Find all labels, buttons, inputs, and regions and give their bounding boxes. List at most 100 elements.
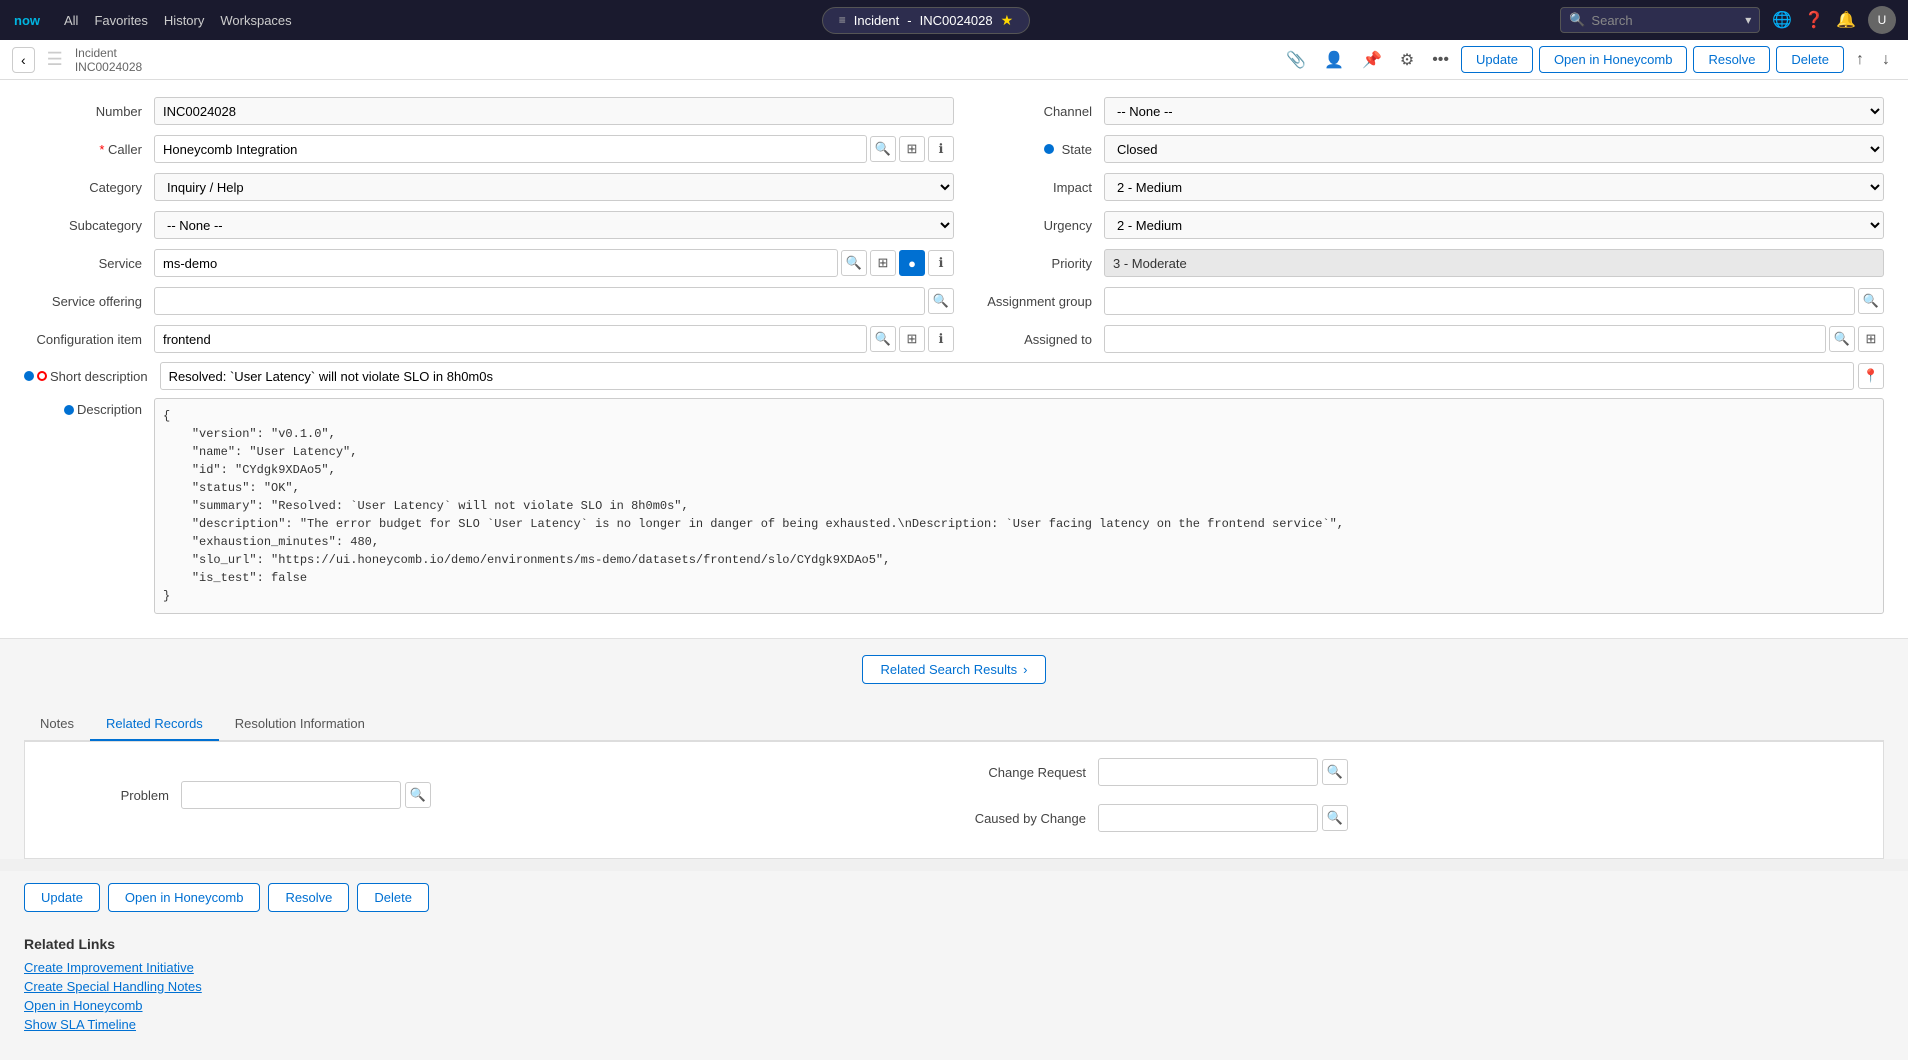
nav-links: All Favorites History Workspaces [64,13,292,28]
related-search-button[interactable]: Related Search Results › [862,655,1047,684]
help-icon[interactable]: ❓ [1804,10,1824,30]
nav-history[interactable]: History [164,13,204,28]
urgency-row: Urgency 2 - Medium 1 - High 3 - Low [954,210,1884,240]
open-honeycomb-button-top[interactable]: Open in Honeycomb [1539,46,1688,73]
impact-row: Impact 2 - Medium 1 - High 3 - Low [954,172,1884,202]
category-row: Category Inquiry / Help Software Hardwar… [24,172,954,202]
down-icon-btn[interactable]: ↓ [1876,47,1896,73]
problem-label: Problem [41,788,181,803]
description-label: Description [77,402,142,417]
impact-select[interactable]: 2 - Medium 1 - High 3 - Low [1104,173,1884,201]
update-button-top[interactable]: Update [1461,46,1533,73]
avatar[interactable]: U [1868,6,1896,34]
nav-workspaces[interactable]: Workspaces [220,13,291,28]
activity-icon-btn[interactable]: 👤 [1318,46,1350,74]
description-text[interactable]: { "version": "v0.1.0", "name": "User Lat… [154,398,1884,614]
state-select[interactable]: Closed New In Progress Resolved [1104,135,1884,163]
number-input[interactable] [154,97,954,125]
config-item-input[interactable] [154,325,867,353]
urgency-select[interactable]: 2 - Medium 1 - High 3 - Low [1104,211,1884,239]
short-desc-icon-btn[interactable]: 📍 [1858,363,1884,389]
search-dropdown-icon[interactable]: ▾ [1745,13,1751,27]
resolve-button-bottom[interactable]: Resolve [268,883,349,912]
state-dot-icon [1044,144,1054,154]
service-offering-input[interactable] [154,287,925,315]
config-ref-btn[interactable]: ⊞ [899,326,925,352]
service-offering-search-btn[interactable]: 🔍 [928,288,954,314]
related-link-2[interactable]: Open in Honeycomb [24,998,1884,1013]
bottom-actions: Update Open in Honeycomb Resolve Delete [0,871,1908,924]
tabs-section: Notes Related Records Resolution Informa… [0,700,1908,859]
delete-button-top[interactable]: Delete [1776,46,1844,73]
service-blue-btn[interactable]: ● [899,250,925,276]
top-navigation: now All Favorites History Workspaces ≡ I… [0,0,1908,40]
assigned-to-ref-btn[interactable]: ⊞ [1858,326,1884,352]
assigned-to-search-btn[interactable]: 🔍 [1829,326,1855,352]
delete-button-bottom[interactable]: Delete [357,883,429,912]
pin-icon-btn[interactable]: 📌 [1356,46,1388,74]
caused-by-change-input[interactable] [1098,804,1318,832]
related-link-0[interactable]: Create Improvement Initiative [24,960,1884,975]
assignment-group-input[interactable] [1104,287,1855,315]
assignment-group-group: 🔍 [1104,287,1884,315]
settings-icon-btn[interactable]: ⚙ [1394,46,1420,74]
now-logo[interactable]: now [12,9,48,31]
service-input[interactable] [154,249,838,277]
change-cols: Change Request 🔍 Caused by Change 🔍 [958,758,1867,842]
caller-ref-icon-btn[interactable]: ⊞ [899,136,925,162]
back-button[interactable]: ‹ [12,47,35,73]
nav-all[interactable]: All [64,13,78,28]
priority-display: 3 - Moderate [1104,249,1884,277]
problem-search-btn[interactable]: 🔍 [405,782,431,808]
caller-search-icon-btn[interactable]: 🔍 [870,136,896,162]
search-box[interactable]: 🔍 Search ▾ [1560,7,1760,33]
tab-related-records[interactable]: Related Records [90,708,219,741]
caused-by-change-search-btn[interactable]: 🔍 [1322,805,1348,831]
short-desc-required-icon [37,371,47,381]
related-link-3[interactable]: Show SLA Timeline [24,1017,1884,1032]
problem-input[interactable] [181,781,401,809]
category-select[interactable]: Inquiry / Help Software Hardware [154,173,954,201]
change-request-input[interactable] [1098,758,1318,786]
change-request-row: Change Request 🔍 [958,758,1867,786]
caller-input[interactable] [154,135,867,163]
bell-icon[interactable]: 🔔 [1836,10,1856,30]
assigned-to-input[interactable] [1104,325,1826,353]
globe-icon[interactable]: 🌐 [1772,10,1792,30]
subcategory-select[interactable]: -- None -- [154,211,954,239]
update-button-bottom[interactable]: Update [24,883,100,912]
breadcrumb-type: Incident [75,46,142,60]
attachment-icon-btn[interactable]: 📎 [1280,46,1312,74]
more-icon-btn[interactable]: ••• [1426,47,1455,73]
config-info-btn[interactable]: ℹ [928,326,954,352]
change-request-search-btn[interactable]: 🔍 [1322,759,1348,785]
assignment-group-search-btn[interactable]: 🔍 [1858,288,1884,314]
short-desc-input-group: 📍 [160,362,1884,390]
open-honeycomb-button-bottom[interactable]: Open in Honeycomb [108,883,261,912]
related-links-section: Related Links Create Improvement Initiat… [0,924,1908,1060]
resolve-button-top[interactable]: Resolve [1693,46,1770,73]
star-icon[interactable]: ★ [1001,12,1014,29]
short-desc-input[interactable] [160,362,1854,390]
service-ref-btn[interactable]: ⊞ [870,250,896,276]
related-search-section: Related Search Results › [0,638,1908,700]
caller-info-icon-btn[interactable]: ℹ [928,136,954,162]
channel-select[interactable]: -- None -- [1104,97,1884,125]
subnav-actions: 📎 👤 📌 ⚙ ••• Update Open in Honeycomb Res… [1280,46,1896,74]
subcategory-row: Subcategory -- None -- [24,210,954,240]
nav-incident-title: Incident [854,13,900,28]
up-icon-btn[interactable]: ↑ [1850,47,1870,73]
config-search-btn[interactable]: 🔍 [870,326,896,352]
nav-favorites[interactable]: Favorites [94,13,147,28]
tab-notes[interactable]: Notes [24,708,90,741]
category-label: Category [24,180,154,195]
related-link-1[interactable]: Create Special Handling Notes [24,979,1884,994]
service-search-btn[interactable]: 🔍 [841,250,867,276]
tab-resolution-info[interactable]: Resolution Information [219,708,381,741]
caller-label: Caller [24,142,154,157]
assigned-to-group: 🔍 ⊞ [1104,325,1884,353]
related-links-title: Related Links [24,936,1884,952]
service-info-btn[interactable]: ℹ [928,250,954,276]
hamburger-icon[interactable]: ☰ [47,49,63,70]
nav-title-pill[interactable]: ≡ Incident - INC0024028 ★ [822,7,1030,34]
